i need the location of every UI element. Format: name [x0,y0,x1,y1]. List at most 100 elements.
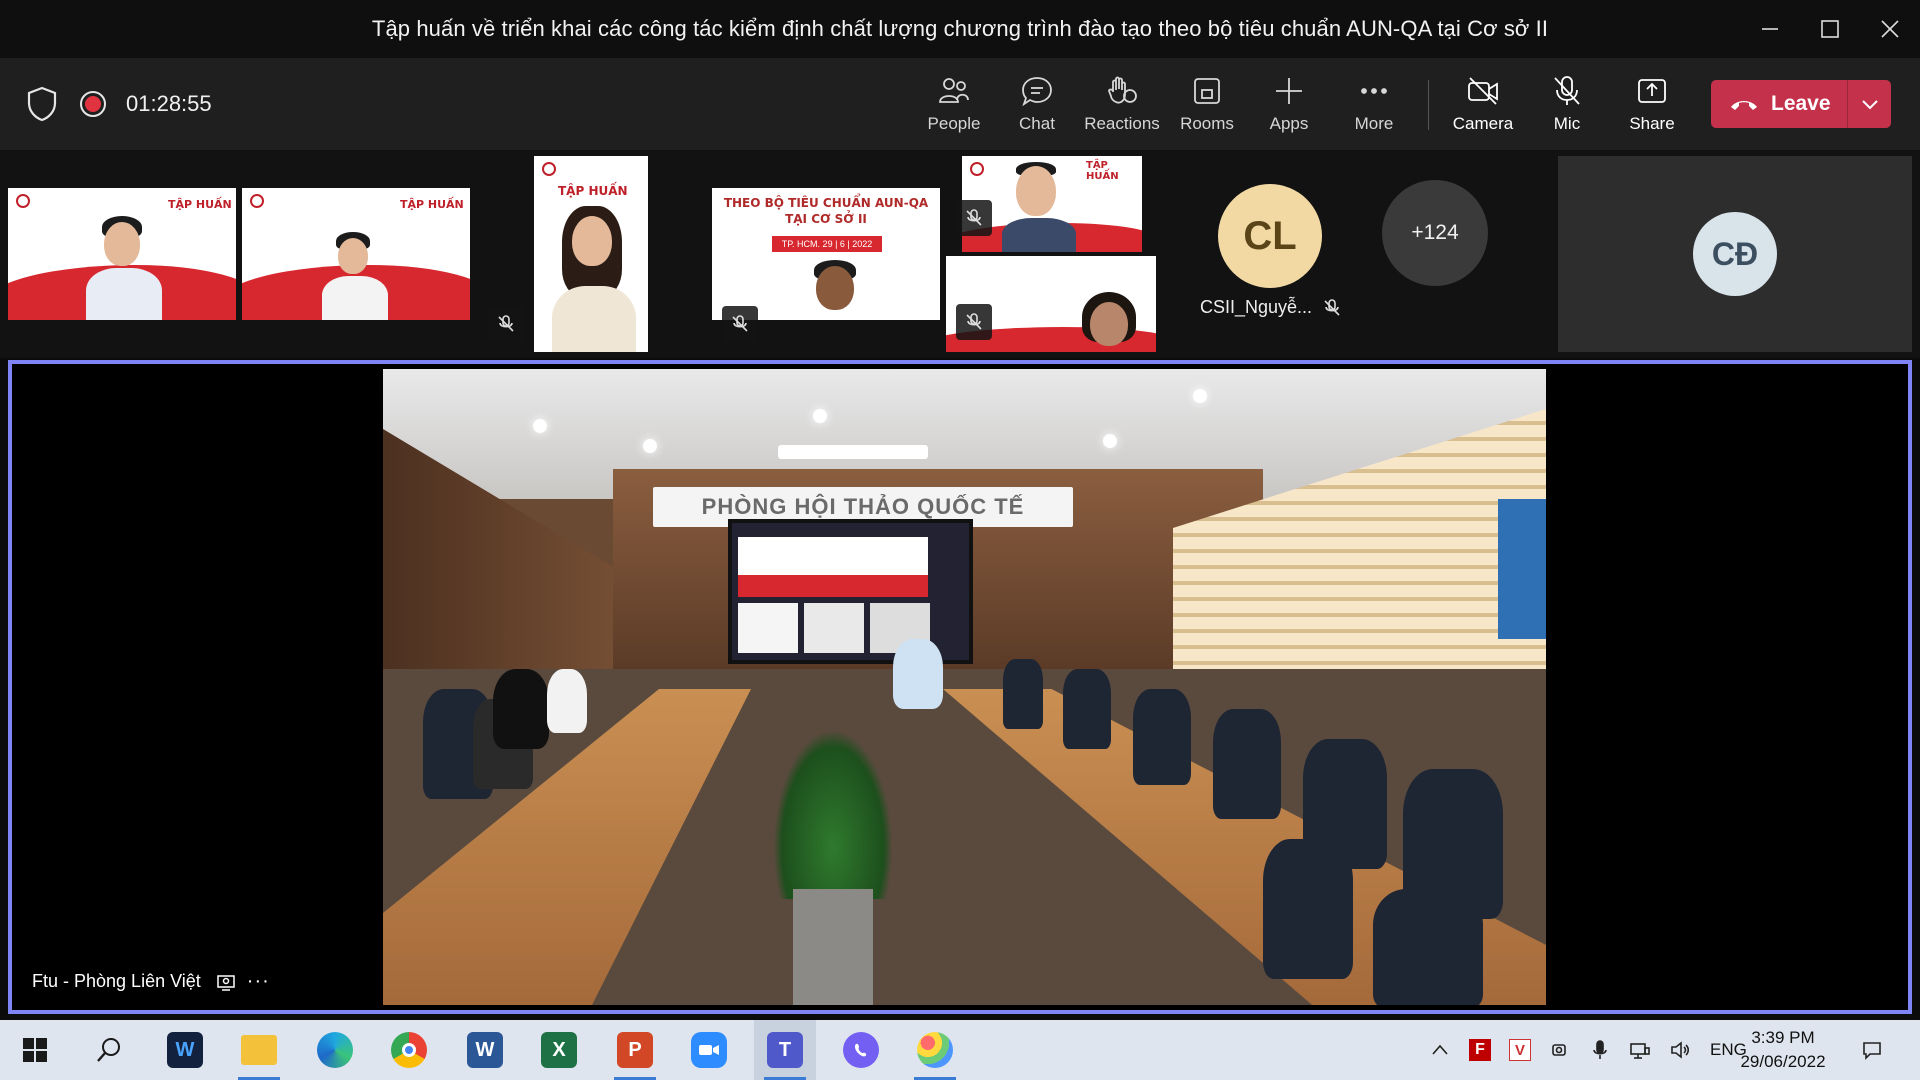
room-display-screen [728,519,973,664]
conference-room-video: PHÒNG HỘI THẢO QUỐC TẾ [383,369,1546,1005]
chat-button[interactable]: Chat [1006,58,1068,150]
close-button[interactable] [1860,0,1920,58]
window-controls [1740,0,1920,58]
more-icon [1361,88,1387,94]
clock-date: 29/06/2022 [1740,1052,1826,1071]
taskbar-app-file-explorer[interactable] [228,1020,290,1080]
microphone-tray-icon[interactable] [1586,1036,1614,1064]
taskbar-app-edge[interactable] [304,1020,366,1080]
muted-indicator [956,200,992,236]
vivaldi-tray-icon[interactable]: V [1506,1036,1534,1064]
slide-heading: TẬP HUẤN [168,198,232,211]
notification-button[interactable] [1858,1036,1886,1064]
avatar: CĐ [1693,212,1777,296]
leave-button-group: Leave [1711,80,1891,128]
more-participants-button[interactable]: +124 [1382,180,1488,286]
more-button[interactable]: More [1344,58,1404,150]
muted-indicator [488,306,524,342]
slide-heading: TẬP HUẤN [1086,160,1119,182]
meeting-timer: 01:28:55 [126,91,212,116]
participant-tile-self[interactable]: CĐ [1558,156,1912,352]
leave-button[interactable]: Leave [1711,80,1847,128]
start-button[interactable] [4,1020,66,1080]
share-label: Share [1629,114,1675,133]
slide-text-2: TẠI CƠ SỞ II [785,212,867,226]
system-clock[interactable]: 3:39 PM 29/06/2022 [1728,1026,1838,1074]
taskbar-app-wavepad[interactable]: W [154,1020,216,1080]
reactions-button[interactable]: Reactions [1082,58,1162,150]
participant-tile[interactable]: THEO BỘ TIÊU CHUẨN AUN-QA TẠI CƠ SỞ II T… [712,188,940,320]
more-label: More [1354,114,1394,133]
taskbar-app-chrome[interactable] [378,1020,440,1080]
share-button[interactable]: Share [1620,58,1684,150]
participant-tile[interactable]: TẬP HUẤN [8,188,236,320]
show-hidden-icons-button[interactable] [1426,1036,1454,1064]
main-video-stage[interactable]: PHÒNG HỘI THẢO QUỐC TẾ Ftu - Phòng Liên … [8,360,1912,1014]
close-icon [1881,20,1899,38]
search-icon [97,1038,120,1062]
camera-button[interactable]: Camera [1448,58,1518,150]
paint-icon [917,1032,953,1068]
notification-icon [1863,1042,1881,1060]
minimize-button[interactable] [1740,0,1800,58]
taskbar-app-viber[interactable] [830,1020,892,1080]
filezilla-tray-icon[interactable]: F [1466,1036,1494,1064]
chrome-icon [391,1032,427,1068]
camera-off-icon [1468,77,1498,105]
reactions-label: Reactions [1084,114,1160,133]
meeting-info: 01:28:55 [26,82,212,126]
excel-icon: X [541,1032,577,1068]
apps-label: Apps [1269,114,1309,133]
more-options-button[interactable]: ··· [247,970,270,993]
mic-button[interactable]: Mic [1540,58,1594,150]
windows-icon [23,1038,47,1062]
camera-label: Camera [1452,114,1514,133]
people-button[interactable]: People [922,58,986,150]
muted-indicator [956,304,992,340]
participant-tile[interactable]: TẬP HUẤN [242,188,470,320]
taskbar-app-zoom[interactable] [678,1020,740,1080]
microphone-icon [1593,1040,1607,1059]
system-tray: F V ENG [1420,1020,1747,1080]
rooms-button[interactable]: Rooms [1176,58,1238,150]
volume-tray-icon[interactable] [1666,1036,1694,1064]
network-tray-icon[interactable] [1626,1036,1654,1064]
mic-label: Mic [1553,114,1581,133]
participant-name-label: CSII_Nguyễ... [1200,297,1313,317]
network-icon [1630,1043,1650,1059]
slide-heading: TẬP HUẤN [558,184,628,198]
viber-icon [843,1032,879,1068]
chat-label: Chat [1019,114,1055,133]
camera-tray-icon[interactable] [1546,1036,1574,1064]
participant-tile[interactable]: TẬP HUẤN [534,156,648,352]
shield-icon[interactable] [26,86,58,122]
teams-icon: T [767,1032,803,1068]
search-button[interactable] [78,1020,140,1080]
mic-off-icon [966,313,982,330]
slide-heading: TẬP HUẤN [400,198,464,211]
chevron-down-icon [1861,100,1878,110]
mic-off-icon [498,315,514,332]
leave-label: Leave [1771,92,1831,115]
speaker-icon [1671,1041,1690,1059]
notification-center [1852,1020,1892,1080]
leave-options-button[interactable] [1848,98,1891,110]
avatar[interactable]: CL [1218,184,1322,288]
maximize-button[interactable] [1800,0,1860,58]
taskbar-app-teams[interactable]: T [754,1020,816,1080]
people-label: People [927,114,981,133]
participant-name-cl: CSII_Nguyễ... [1200,297,1350,318]
apps-button[interactable]: Apps [1260,58,1318,150]
taskbar-app-word[interactable]: W [454,1020,516,1080]
taskbar-app-excel[interactable]: X [528,1020,590,1080]
people-icon [939,78,969,103]
taskbar-app-paint[interactable] [904,1020,966,1080]
recording-icon [80,91,106,117]
stage-participant-label: Ftu - Phòng Liên Việt ··· [32,970,270,993]
folder-icon [241,1035,277,1065]
hang-up-icon [1731,101,1757,110]
word-icon: W [467,1032,503,1068]
title-bar: Tập huấn về triển khai các công tác kiểm… [0,0,1920,58]
taskbar-app-powerpoint[interactable]: P [604,1020,666,1080]
minimize-icon [1762,28,1778,30]
